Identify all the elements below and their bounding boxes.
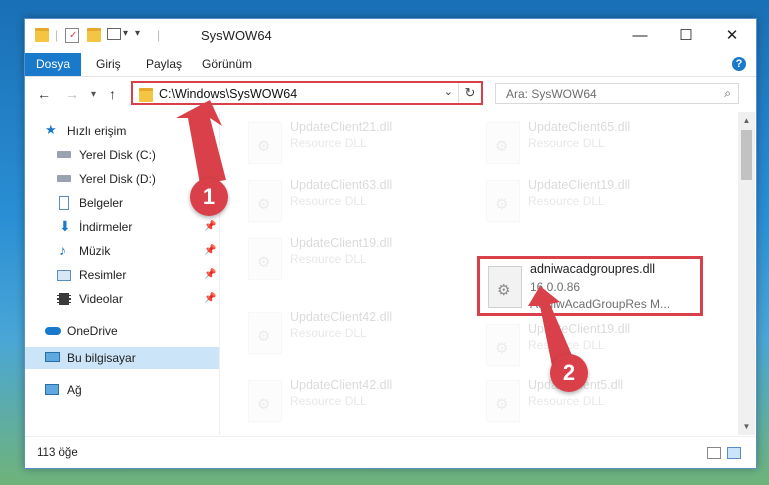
callout-2: 2 [550,354,588,392]
annotation-arrows [176,100,574,366]
arrow-to-address-bar [176,100,226,184]
callout-1: 1 [190,178,228,216]
